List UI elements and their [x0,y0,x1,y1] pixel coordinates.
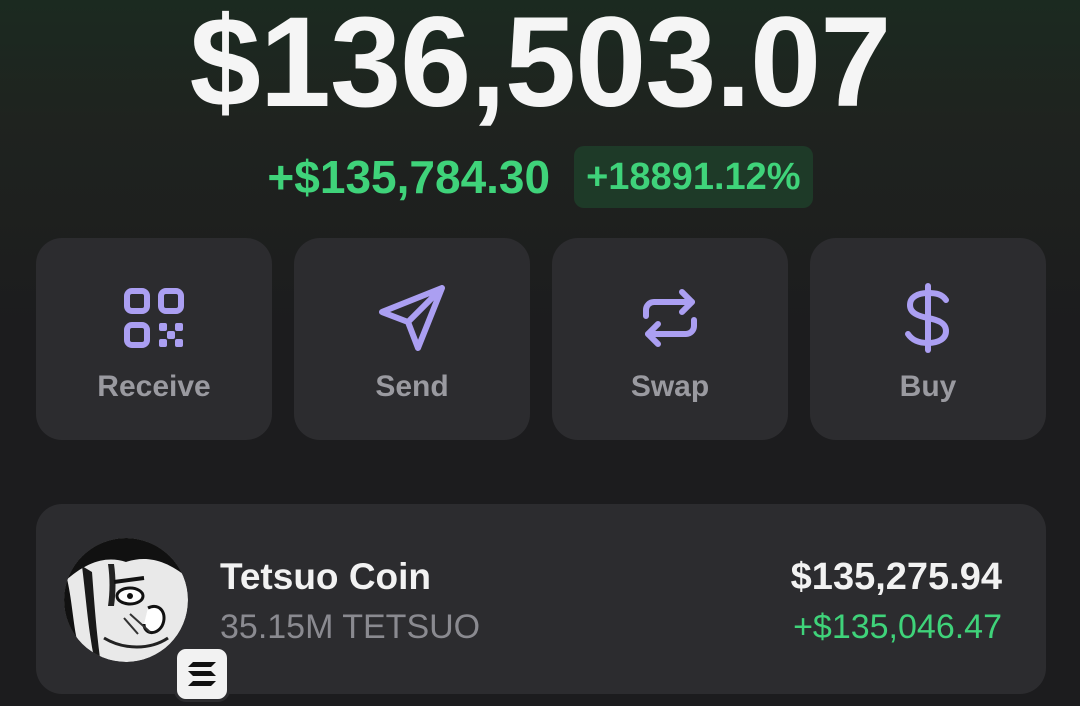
send-icon [374,280,450,356]
token-avatar [64,538,188,662]
token-change: +$135,046.47 [793,608,1002,646]
token-amount: 35.15M TETSUO [220,608,481,646]
receive-label: Receive [97,370,211,403]
swap-button[interactable]: Swap [552,238,788,440]
send-label: Send [375,370,449,403]
token-avatar-wrapper [64,538,230,702]
balance-change-percent-badge: +18891.12% [574,146,813,208]
solana-icon [174,646,230,702]
token-value: $135,275.94 [790,556,1002,598]
token-name: Tetsuo Coin [220,556,432,597]
swap-label: Swap [630,370,710,403]
send-button[interactable]: Send [294,238,530,440]
balance-change-amount: +$135,784.30 [267,151,551,203]
dollar-icon [890,280,966,356]
buy-label: Buy [899,370,957,403]
receive-button[interactable]: Receive [36,238,272,440]
swap-icon [632,280,708,356]
qr-code-icon [116,280,192,356]
buy-button[interactable]: Buy [810,238,1046,440]
token-row-tetsuo[interactable]: Tetsuo Coin 35.15M TETSUO $135,275.94 +$… [36,504,1046,702]
action-buttons: Receive Send Swap Buy [36,238,1046,440]
balance-change-row: +$135,784.30 +18891.12% [0,146,1080,208]
total-balance: $136,503.07 [189,0,892,134]
